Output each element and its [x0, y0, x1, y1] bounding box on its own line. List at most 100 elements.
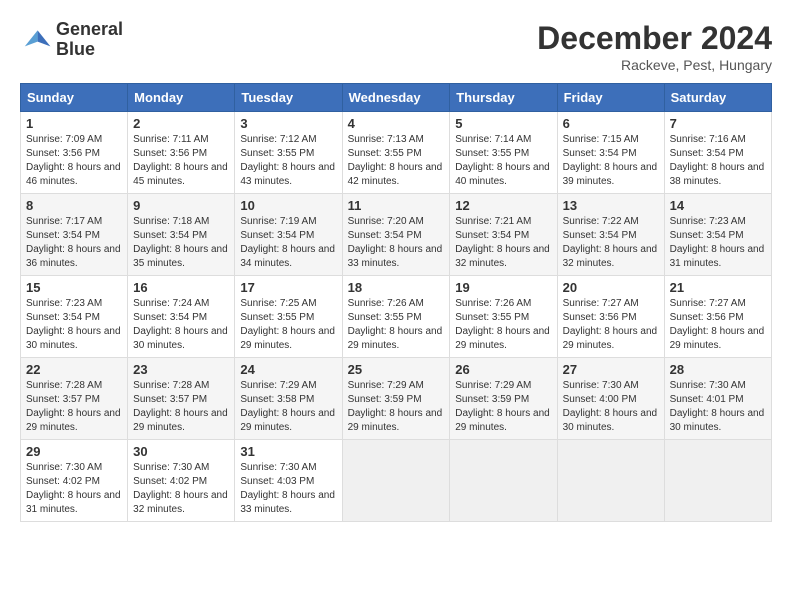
weekday-header: Sunday: [21, 84, 128, 112]
day-number: 31: [240, 444, 336, 459]
page-header: General Blue December 2024 Rackeve, Pest…: [20, 20, 772, 73]
logo-icon: [20, 24, 52, 56]
day-number: 18: [348, 280, 445, 295]
day-number: 4: [348, 116, 445, 131]
cell-details: Sunrise: 7:24 AMSunset: 3:54 PMDaylight:…: [133, 297, 229, 353]
calendar-cell: [557, 440, 664, 522]
calendar-table: SundayMondayTuesdayWednesdayThursdayFrid…: [20, 83, 772, 522]
day-number: 28: [670, 362, 766, 377]
calendar-week-row: 8 Sunrise: 7:17 AMSunset: 3:54 PMDaylight…: [21, 194, 772, 276]
day-number: 29: [26, 444, 122, 459]
day-number: 13: [563, 198, 659, 213]
cell-details: Sunrise: 7:09 AMSunset: 3:56 PMDaylight:…: [26, 133, 122, 189]
calendar-cell: 20 Sunrise: 7:27 AMSunset: 3:56 PMDayligh…: [557, 276, 664, 358]
day-number: 17: [240, 280, 336, 295]
calendar-cell: 6 Sunrise: 7:15 AMSunset: 3:54 PMDaylight…: [557, 112, 664, 194]
calendar-cell: 15 Sunrise: 7:23 AMSunset: 3:54 PMDayligh…: [21, 276, 128, 358]
calendar-header-row: SundayMondayTuesdayWednesdayThursdayFrid…: [21, 84, 772, 112]
cell-details: Sunrise: 7:25 AMSunset: 3:55 PMDaylight:…: [240, 297, 336, 353]
calendar-cell: 5Sunrise: 7:14 AMSunset: 3:55 PMDaylight…: [450, 112, 557, 194]
cell-details: Sunrise: 7:20 AMSunset: 3:54 PMDaylight:…: [348, 215, 445, 271]
day-number: 6: [563, 116, 659, 131]
calendar-cell: 4 Sunrise: 7:13 AMSunset: 3:55 PMDaylight…: [342, 112, 450, 194]
calendar-cell: 30 Sunrise: 7:30 AMSunset: 4:02 PMDayligh…: [128, 440, 235, 522]
calendar-cell: [450, 440, 557, 522]
calendar-cell: 18 Sunrise: 7:26 AMSunset: 3:55 PMDayligh…: [342, 276, 450, 358]
calendar-cell: 26Sunrise: 7:29 AMSunset: 3:59 PMDayligh…: [450, 358, 557, 440]
cell-details: Sunrise: 7:30 AMSunset: 4:00 PMDaylight:…: [563, 379, 659, 435]
calendar-cell: 29 Sunrise: 7:30 AMSunset: 4:02 PMDayligh…: [21, 440, 128, 522]
calendar-cell: 9Sunrise: 7:18 AMSunset: 3:54 PMDaylight…: [128, 194, 235, 276]
day-number: 7: [670, 116, 766, 131]
calendar-cell: 25 Sunrise: 7:29 AMSunset: 3:59 PMDayligh…: [342, 358, 450, 440]
cell-details: Sunrise: 7:15 AMSunset: 3:54 PMDaylight:…: [563, 133, 659, 189]
calendar-cell: 13Sunrise: 7:22 AMSunset: 3:54 PMDayligh…: [557, 194, 664, 276]
cell-details: Sunrise: 7:27 AMSunset: 3:56 PMDaylight:…: [670, 297, 766, 353]
calendar-week-row: 15 Sunrise: 7:23 AMSunset: 3:54 PMDayligh…: [21, 276, 772, 358]
calendar-cell: 12 Sunrise: 7:21 AMSunset: 3:54 PMDayligh…: [450, 194, 557, 276]
day-number: 3: [240, 116, 336, 131]
calendar-cell: [342, 440, 450, 522]
calendar-cell: 7 Sunrise: 7:16 AMSunset: 3:54 PMDaylight…: [664, 112, 771, 194]
day-number: 20: [563, 280, 659, 295]
location: Rackeve, Pest, Hungary: [537, 57, 772, 73]
day-number: 27: [563, 362, 659, 377]
day-number: 25: [348, 362, 445, 377]
calendar-cell: 2Sunrise: 7:11 AMSunset: 3:56 PMDaylight…: [128, 112, 235, 194]
day-number: 26: [455, 362, 551, 377]
day-number: 12: [455, 198, 551, 213]
day-number: 2: [133, 116, 229, 131]
cell-details: Sunrise: 7:21 AMSunset: 3:54 PMDaylight:…: [455, 215, 551, 271]
logo: General Blue: [20, 20, 123, 60]
day-number: 10: [240, 198, 336, 213]
calendar-week-row: 29 Sunrise: 7:30 AMSunset: 4:02 PMDayligh…: [21, 440, 772, 522]
calendar-cell: 16Sunrise: 7:24 AMSunset: 3:54 PMDayligh…: [128, 276, 235, 358]
calendar-week-row: 22Sunrise: 7:28 AMSunset: 3:57 PMDayligh…: [21, 358, 772, 440]
calendar-cell: 24Sunrise: 7:29 AMSunset: 3:58 PMDayligh…: [235, 358, 342, 440]
calendar-cell: 1Sunrise: 7:09 AMSunset: 3:56 PMDaylight…: [21, 112, 128, 194]
calendar-cell: 31 Sunrise: 7:30 AMSunset: 4:03 PMDayligh…: [235, 440, 342, 522]
cell-details: Sunrise: 7:16 AMSunset: 3:54 PMDaylight:…: [670, 133, 766, 189]
weekday-header: Saturday: [664, 84, 771, 112]
cell-details: Sunrise: 7:30 AMSunset: 4:03 PMDaylight:…: [240, 461, 336, 517]
cell-details: Sunrise: 7:26 AMSunset: 3:55 PMDaylight:…: [348, 297, 445, 353]
cell-details: Sunrise: 7:30 AMSunset: 4:02 PMDaylight:…: [133, 461, 229, 517]
cell-details: Sunrise: 7:28 AMSunset: 3:57 PMDaylight:…: [133, 379, 229, 435]
cell-details: Sunrise: 7:12 AMSunset: 3:55 PMDaylight:…: [240, 133, 336, 189]
calendar-cell: 10 Sunrise: 7:19 AMSunset: 3:54 PMDayligh…: [235, 194, 342, 276]
cell-details: Sunrise: 7:27 AMSunset: 3:56 PMDaylight:…: [563, 297, 659, 353]
day-number: 8: [26, 198, 122, 213]
cell-details: Sunrise: 7:26 AMSunset: 3:55 PMDaylight:…: [455, 297, 551, 353]
day-number: 9: [133, 198, 229, 213]
day-number: 30: [133, 444, 229, 459]
cell-details: Sunrise: 7:29 AMSunset: 3:59 PMDaylight:…: [348, 379, 445, 435]
cell-details: Sunrise: 7:13 AMSunset: 3:55 PMDaylight:…: [348, 133, 445, 189]
cell-details: Sunrise: 7:28 AMSunset: 3:57 PMDaylight:…: [26, 379, 122, 435]
weekday-header: Tuesday: [235, 84, 342, 112]
cell-details: Sunrise: 7:30 AMSunset: 4:02 PMDaylight:…: [26, 461, 122, 517]
cell-details: Sunrise: 7:17 AMSunset: 3:54 PMDaylight:…: [26, 215, 122, 271]
month-year: December 2024: [537, 20, 772, 57]
cell-details: Sunrise: 7:30 AMSunset: 4:01 PMDaylight:…: [670, 379, 766, 435]
day-number: 14: [670, 198, 766, 213]
weekday-header: Friday: [557, 84, 664, 112]
calendar-cell: 8 Sunrise: 7:17 AMSunset: 3:54 PMDaylight…: [21, 194, 128, 276]
cell-details: Sunrise: 7:23 AMSunset: 3:54 PMDaylight:…: [26, 297, 122, 353]
calendar-cell: 28 Sunrise: 7:30 AMSunset: 4:01 PMDayligh…: [664, 358, 771, 440]
day-number: 15: [26, 280, 122, 295]
calendar-cell: 14Sunrise: 7:23 AMSunset: 3:54 PMDayligh…: [664, 194, 771, 276]
cell-details: Sunrise: 7:19 AMSunset: 3:54 PMDaylight:…: [240, 215, 336, 271]
day-number: 11: [348, 198, 445, 213]
calendar-cell: [664, 440, 771, 522]
calendar-cell: 17 Sunrise: 7:25 AMSunset: 3:55 PMDayligh…: [235, 276, 342, 358]
weekday-header: Wednesday: [342, 84, 450, 112]
calendar-week-row: 1Sunrise: 7:09 AMSunset: 3:56 PMDaylight…: [21, 112, 772, 194]
title-block: December 2024 Rackeve, Pest, Hungary: [537, 20, 772, 73]
day-number: 21: [670, 280, 766, 295]
calendar-cell: 11 Sunrise: 7:20 AMSunset: 3:54 PMDayligh…: [342, 194, 450, 276]
logo-text: General Blue: [56, 20, 123, 60]
calendar-cell: 3 Sunrise: 7:12 AMSunset: 3:55 PMDaylight…: [235, 112, 342, 194]
cell-details: Sunrise: 7:14 AMSunset: 3:55 PMDaylight:…: [455, 133, 551, 189]
weekday-header: Monday: [128, 84, 235, 112]
day-number: 19: [455, 280, 551, 295]
